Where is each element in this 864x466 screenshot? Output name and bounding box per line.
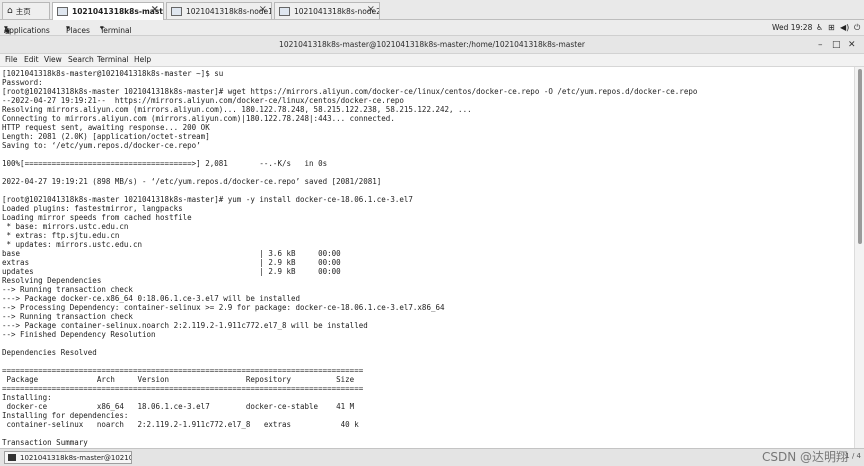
terminal-scrollbar[interactable]: [854, 67, 864, 448]
vm-tab-master[interactable]: 1021041318k8s-master ×: [52, 2, 164, 20]
watermark: CSDN @达明翔: [761, 450, 848, 464]
terminal-line: Length: 2081 (2.0K) [application/octet-s…: [2, 132, 210, 141]
menu-search[interactable]: Search: [68, 55, 94, 64]
terminal-line: --> Running transaction check: [2, 312, 133, 321]
terminal-menu[interactable]: Terminal ▾: [100, 23, 132, 35]
terminal-line: Installing:: [2, 393, 52, 402]
terminal-line: 2022-04-27 19:19:21 (898 MB/s) - ‘/etc/y…: [2, 177, 382, 186]
terminal-line: Transaction Summary: [2, 438, 88, 447]
terminal-output[interactable]: [1021041318k8s-master@1021041318k8s-mast…: [0, 67, 854, 448]
terminal-line: ---> Package docker-ce.x86_64 0:18.06.1.…: [2, 294, 301, 303]
terminal-line: base | 3.6 kB 00:00: [2, 249, 341, 258]
menu-view[interactable]: View: [44, 55, 62, 64]
minimize-icon[interactable]: –: [818, 36, 823, 54]
menu-terminal[interactable]: Terminal: [97, 55, 129, 64]
gnome-top-bar: ◉ Applications ▾ Places ▾ Terminal ▾ Wed…: [0, 20, 864, 36]
taskbar-item-label: 1021041318k8s-master@102104...: [20, 453, 132, 462]
terminal-line: Resolving Dependencies: [2, 276, 102, 285]
power-icon[interactable]: ⏻: [854, 23, 860, 33]
vm-tab-node2[interactable]: 1021041318k8s-node2 ×: [274, 2, 380, 19]
places-menu[interactable]: Places ▾: [66, 23, 90, 35]
terminal-line: ---> Package container-selinux.noarch 2:…: [2, 321, 368, 330]
terminal-line: docker-ce x86_64 18.06.1.ce-3.el7 docker…: [2, 402, 355, 411]
window-title: 1021041318k8s-master@1021041318k8s-maste…: [279, 40, 585, 49]
taskbar-terminal-item[interactable]: 1021041318k8s-master@102104...: [4, 451, 132, 464]
menu-help[interactable]: Help: [134, 55, 151, 64]
terminal-line: updates | 2.9 kB 00:00: [2, 267, 341, 276]
terminal-icon: [8, 454, 16, 461]
terminal-line: --> Finished Dependency Resolution: [2, 330, 156, 339]
close-window-icon[interactable]: ✕: [848, 36, 856, 54]
terminal-line: [1021041318k8s-master@1021041318k8s-mast…: [2, 69, 224, 78]
accessibility-icon[interactable]: ♿: [816, 23, 823, 32]
close-icon[interactable]: ×: [367, 4, 375, 15]
vm-icon: [279, 6, 290, 16]
window-titlebar: 1021041318k8s-master@1021041318k8s-maste…: [0, 36, 864, 54]
menu-file[interactable]: File: [5, 55, 18, 64]
terminal-line: Saving to: ‘/etc/yum.repos.d/docker-ce.r…: [2, 141, 201, 150]
applications-menu[interactable]: ◉ Applications ▾: [4, 23, 50, 35]
workspace-indicator[interactable]: 1 / 4: [845, 452, 861, 460]
terminal-line: * extras: ftp.sjtu.edu.cn: [2, 231, 120, 240]
vm-icon: [57, 7, 68, 16]
terminal-text: [1021041318k8s-master@1021041318k8s-mast…: [0, 67, 854, 447]
clock[interactable]: Wed 19:28: [772, 23, 812, 32]
close-icon[interactable]: ×: [259, 4, 267, 15]
terminal-line: * base: mirrors.ustc.edu.cn: [2, 222, 129, 231]
terminal-line: HTTP request sent, awaiting response... …: [2, 123, 210, 132]
vm-icon: [171, 6, 182, 16]
terminal-line: Installing for dependencies:: [2, 411, 129, 420]
close-icon[interactable]: ×: [151, 4, 159, 15]
menu-bar: File Edit View Search Terminal Help: [0, 54, 864, 67]
terminal-line: --> Processing Dependency: container-sel…: [2, 303, 445, 312]
terminal-line: container-selinux noarch 2:2.119.2-1.911…: [2, 420, 359, 429]
vm-tab-home[interactable]: ⌂ 主页: [2, 2, 50, 19]
terminal-line: 100%[===================================…: [2, 159, 328, 168]
terminal-line: Loading mirror speeds from cached hostfi…: [2, 213, 192, 222]
terminal-line: Dependencies Resolved: [2, 348, 97, 357]
vm-tab-node1[interactable]: 1021041318k8s-node1 ×: [166, 2, 272, 19]
network-icon[interactable]: ⊞: [828, 23, 835, 32]
maximize-icon[interactable]: □: [832, 36, 841, 54]
menu-edit[interactable]: Edit: [24, 55, 39, 64]
terminal-line: ========================================…: [2, 366, 364, 375]
scrollbar-thumb[interactable]: [858, 69, 862, 244]
home-icon: ⌂: [7, 6, 13, 16]
terminal-line: [root@1021041318k8s-master 1021041318k8s…: [2, 87, 698, 96]
terminal-line: Loaded plugins: fastestmirror, langpacks: [2, 204, 183, 213]
volume-icon[interactable]: ◀): [840, 23, 849, 32]
terminal-line: ========================================…: [2, 384, 364, 393]
terminal-line: Connecting to mirrors.aliyun.com (mirror…: [2, 114, 395, 123]
terminal-line: extras | 2.9 kB 00:00: [2, 258, 341, 267]
terminal-line: [root@1021041318k8s-master 1021041318k8s…: [2, 195, 413, 204]
vm-tab-bar: ⌂ 主页 1021041318k8s-master × 1021041318k8…: [0, 0, 864, 20]
vm-tab-label: 主页: [15, 6, 31, 16]
terminal-line: Password:: [2, 78, 43, 87]
terminal-line: * updates: mirrors.ustc.edu.cn: [2, 240, 142, 249]
terminal-line: --> Running transaction check: [2, 285, 133, 294]
terminal-line: Resolving mirrors.aliyun.com (mirrors.al…: [2, 105, 472, 114]
terminal-line: Package Arch Version Repository Size: [2, 375, 355, 384]
terminal-line: --2022-04-27 19:19:21-- https://mirrors.…: [2, 96, 404, 105]
taskbar: 1021041318k8s-master@102104... CSDN @达明翔…: [0, 448, 864, 466]
